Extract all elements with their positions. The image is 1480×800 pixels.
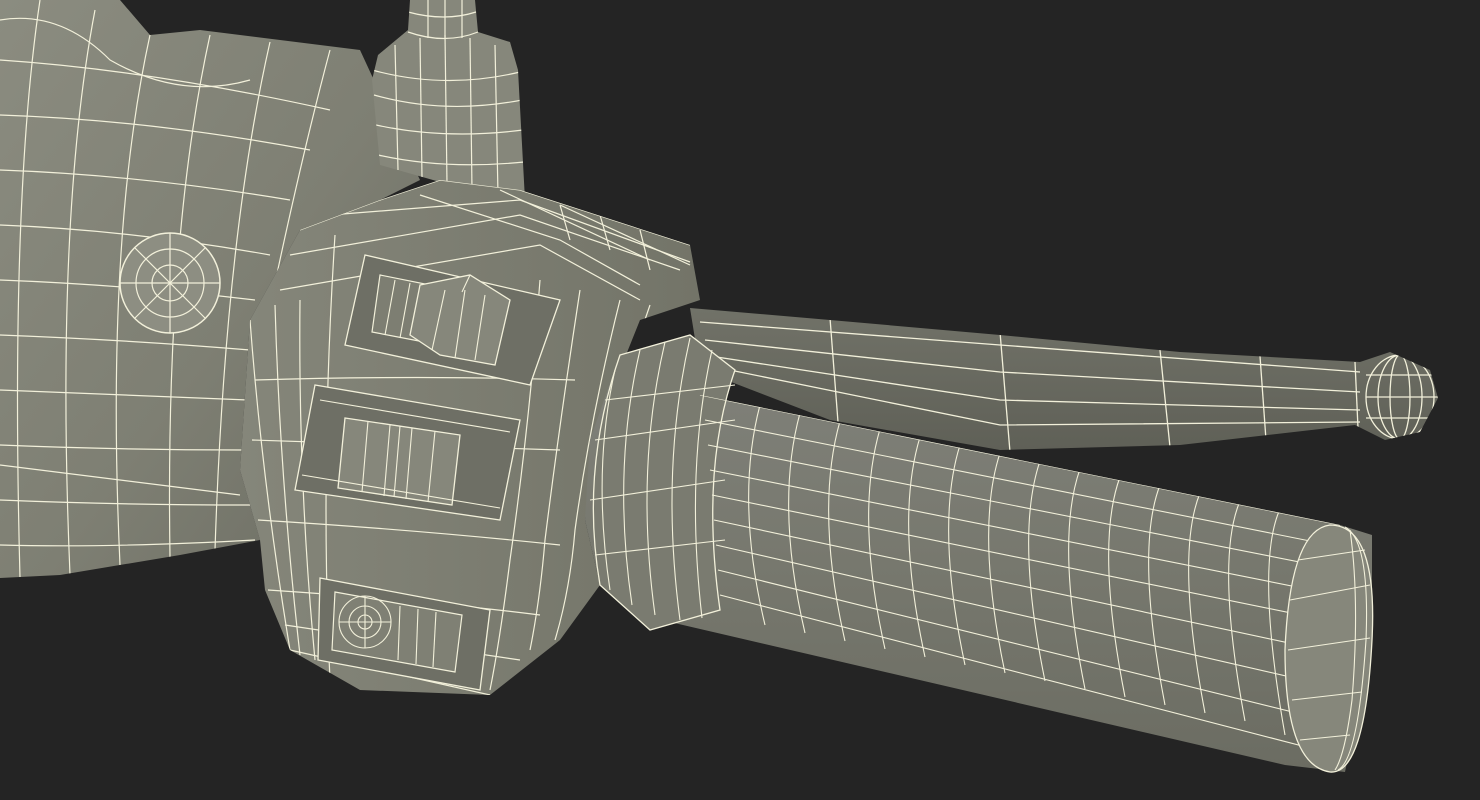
wireframe-render xyxy=(0,0,1438,773)
grip-end-cap xyxy=(1284,524,1374,773)
round-button-detail xyxy=(119,232,221,334)
render-viewport xyxy=(0,0,1480,800)
